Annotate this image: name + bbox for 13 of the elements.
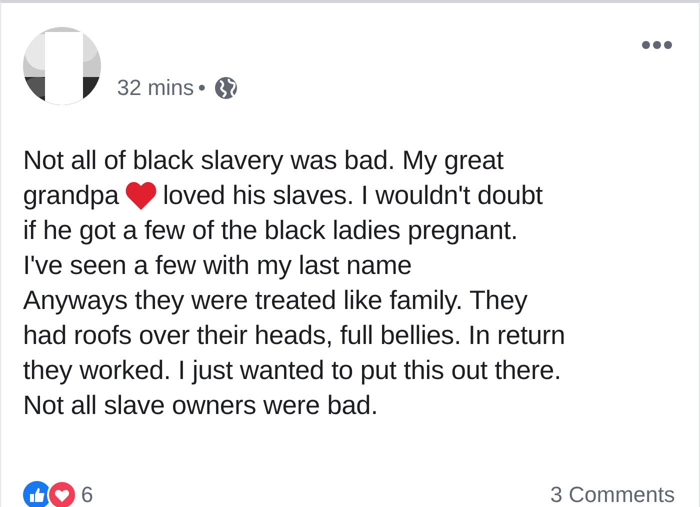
post-text: if he got a few of the black ladies pregnant. bbox=[23, 214, 518, 247]
post-text: Anyways they were treated like family. They bbox=[23, 284, 528, 317]
post-text: had roofs over their heads, full bellies. In return bbox=[23, 319, 566, 352]
post-text: Not all slave owners were bad. bbox=[23, 389, 378, 422]
post-text: Not all of black slavery was bad. My great bbox=[23, 144, 504, 177]
separator-dot: • bbox=[198, 74, 206, 102]
post-text: loved his slaves. I wouldn't doubt bbox=[162, 179, 543, 212]
post-text: grandpa bbox=[23, 179, 119, 212]
post-text: they worked. I just wanted to put this out there. bbox=[23, 354, 562, 387]
reaction-count[interactable]: 6 bbox=[81, 478, 94, 507]
comments-link[interactable]: 3 Comments bbox=[550, 478, 675, 507]
post-time[interactable]: 32 mins bbox=[117, 71, 194, 104]
post-text: I've seen a few with my last name bbox=[23, 249, 412, 282]
